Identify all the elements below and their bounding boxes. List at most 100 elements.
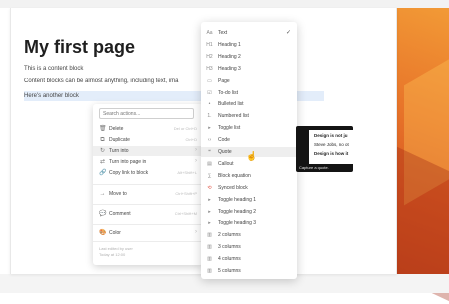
text-icon: Aa xyxy=(206,30,213,36)
type-option-label: 3 columns xyxy=(218,244,241,251)
toggle-list-icon: ▸ xyxy=(208,125,211,132)
type-option-3-columns[interactable]: ▥ 3 columns xyxy=(201,242,297,252)
code-icon: ‹› xyxy=(207,137,212,144)
menu-item-duplicate[interactable]: ⧉ Duplicate Ctrl+D xyxy=(93,135,203,145)
four-columns-icon: ▥ xyxy=(207,256,212,263)
type-option-heading-3[interactable]: H3 Heading 3 xyxy=(201,64,297,74)
five-columns-icon: ▥ xyxy=(207,268,212,274)
type-option-label: Block equation xyxy=(218,172,251,179)
last-edited-info: Last edited by user Today at 12:00 xyxy=(99,246,133,258)
menu-item-label: Delete xyxy=(109,126,124,132)
type-option-label: To-do list xyxy=(218,89,239,96)
type-option-heading-1[interactable]: H1 Heading 1 xyxy=(201,40,297,50)
synced-block-icon: ⟲ xyxy=(207,184,212,191)
type-option-text[interactable]: Aa Text ✓ xyxy=(201,28,297,38)
menu-item-label: Color xyxy=(109,230,121,236)
block-preview-tooltip: Design is not ju Steve Jobs, no ot Desig… xyxy=(296,126,353,172)
todo-icon: ☑ xyxy=(207,89,212,96)
type-option-label: Toggle heading 3 xyxy=(218,220,257,227)
type-option-toggle-list[interactable]: ▸ Toggle list xyxy=(201,123,297,133)
color-icon: 🎨 xyxy=(99,230,107,236)
type-option-to-do-list[interactable]: ☑ To-do list xyxy=(201,88,297,98)
menu-item-copy-link[interactable]: 🔗 Copy link to block Alt+Shift+L xyxy=(93,168,203,178)
page-icon: ▭ xyxy=(207,77,212,84)
type-option-2-columns[interactable]: ▥ 2 columns xyxy=(201,230,297,240)
type-option-label: Toggle heading 1 xyxy=(218,196,257,203)
search-actions-input[interactable] xyxy=(99,108,194,119)
chevron-right-icon: › xyxy=(195,158,197,164)
menu-item-label: Turn into page in xyxy=(109,159,147,165)
menu-divider xyxy=(93,224,203,225)
menu-item-move-to[interactable]: → Move to Ctrl+Shift+P xyxy=(93,189,203,199)
chevron-right-icon: › xyxy=(195,147,197,153)
menu-item-label: Copy link to block xyxy=(109,170,149,176)
menu-divider xyxy=(93,241,203,242)
type-option-5-columns[interactable]: ▥ 5 columns xyxy=(201,266,297,276)
menu-item-shortcut: Del or Ctrl+D xyxy=(173,126,197,131)
type-option-4-columns[interactable]: ▥ 4 columns xyxy=(201,254,297,264)
type-option-label: 5 columns xyxy=(218,268,241,274)
top-strip xyxy=(0,0,449,8)
type-option-toggle-heading-2[interactable]: ▸ Toggle heading 2 xyxy=(201,207,297,217)
menu-item-turn-into[interactable]: ↻ Turn into › xyxy=(93,146,203,156)
type-option-label: 4 columns xyxy=(218,256,241,263)
heading1-icon: H1 xyxy=(206,41,213,48)
numbered-list-icon: 1. xyxy=(207,113,212,120)
comment-icon: 💬 xyxy=(99,211,107,217)
type-option-block-equation[interactable]: ∑ Block equation xyxy=(201,171,297,181)
menu-divider xyxy=(93,204,203,205)
callout-icon: ▤ xyxy=(207,160,212,167)
menu-item-label: Turn into xyxy=(109,148,129,154)
type-option-label: Heading 2 xyxy=(218,53,241,60)
type-option-synced-block[interactable]: ⟲ Synced block xyxy=(201,183,297,193)
type-option-toggle-heading-1[interactable]: ▸ Toggle heading 1 xyxy=(201,195,297,205)
menu-item-delete[interactable]: 🗑 Delete Del or Ctrl+D xyxy=(93,124,203,134)
menu-item-color[interactable]: 🎨 Color › xyxy=(93,228,203,238)
preview-caption: Capture a quote. xyxy=(299,165,329,170)
menu-item-turn-into-page[interactable]: ⇄ Turn into page in › xyxy=(93,157,203,167)
heading3-icon: H3 xyxy=(206,65,213,72)
content-block[interactable]: This is a content block xyxy=(24,66,83,72)
heading2-icon: H2 xyxy=(206,53,213,60)
type-option-label: Bulleted list xyxy=(218,101,244,108)
last-edited-time: Today at 12:00 xyxy=(99,252,126,257)
type-option-label: Callout xyxy=(218,160,234,167)
menu-item-shortcut: Ctrl+D xyxy=(185,137,197,142)
type-option-toggle-heading-3[interactable]: ▸ Toggle heading 3 xyxy=(201,218,297,228)
menu-item-shortcut: Ctrl+Shift+P xyxy=(175,191,197,196)
chevron-right-icon: › xyxy=(195,229,197,235)
bulleted-list-icon: • xyxy=(208,101,211,108)
type-option-label: Heading 3 xyxy=(218,65,241,72)
menu-item-label: Duplicate xyxy=(109,137,130,143)
toggle-heading2-icon: ▸ xyxy=(208,208,211,215)
type-option-label: Toggle list xyxy=(218,125,241,132)
type-option-page[interactable]: ▭ Page xyxy=(201,76,297,86)
preview-quote-line: Design is how it xyxy=(314,151,349,156)
desktop-wallpaper xyxy=(386,8,449,304)
menu-item-label: Move to xyxy=(109,191,127,197)
type-option-bulleted-list[interactable]: • Bulleted list xyxy=(201,99,297,109)
preview-quote-line: Steve Jobs, no ot xyxy=(314,142,349,147)
menu-item-label: Comment xyxy=(109,211,131,217)
trash-icon: 🗑 xyxy=(99,126,107,132)
type-option-label: Page xyxy=(218,77,230,84)
menu-item-comment[interactable]: 💬 Comment Ctrl+Shift+M xyxy=(93,209,203,219)
menu-item-shortcut: Ctrl+Shift+M xyxy=(174,211,197,216)
menu-item-shortcut: Alt+Shift+L xyxy=(177,170,197,175)
type-option-code[interactable]: ‹› Code xyxy=(201,135,297,145)
turn-into-icon: ↻ xyxy=(99,148,106,154)
page-title[interactable]: My first page xyxy=(24,37,135,58)
type-option-label: Numbered list xyxy=(218,113,249,120)
quote-icon: ❝ xyxy=(208,149,211,155)
page-icon: ⇄ xyxy=(99,159,106,165)
type-option-label: Toggle heading 2 xyxy=(218,208,257,215)
type-option-label: Heading 1 xyxy=(218,41,241,48)
type-option-numbered-list[interactable]: 1. Numbered list xyxy=(201,111,297,121)
type-option-heading-2[interactable]: H2 Heading 2 xyxy=(201,52,297,62)
type-option-label: Text xyxy=(218,30,228,36)
link-icon: 🔗 xyxy=(99,170,107,176)
duplicate-icon: ⧉ xyxy=(100,137,105,143)
checkmark-icon: ✓ xyxy=(285,30,291,36)
type-option-label: Synced block xyxy=(218,184,248,191)
mouse-pointer-icon: ☝ xyxy=(246,151,258,161)
